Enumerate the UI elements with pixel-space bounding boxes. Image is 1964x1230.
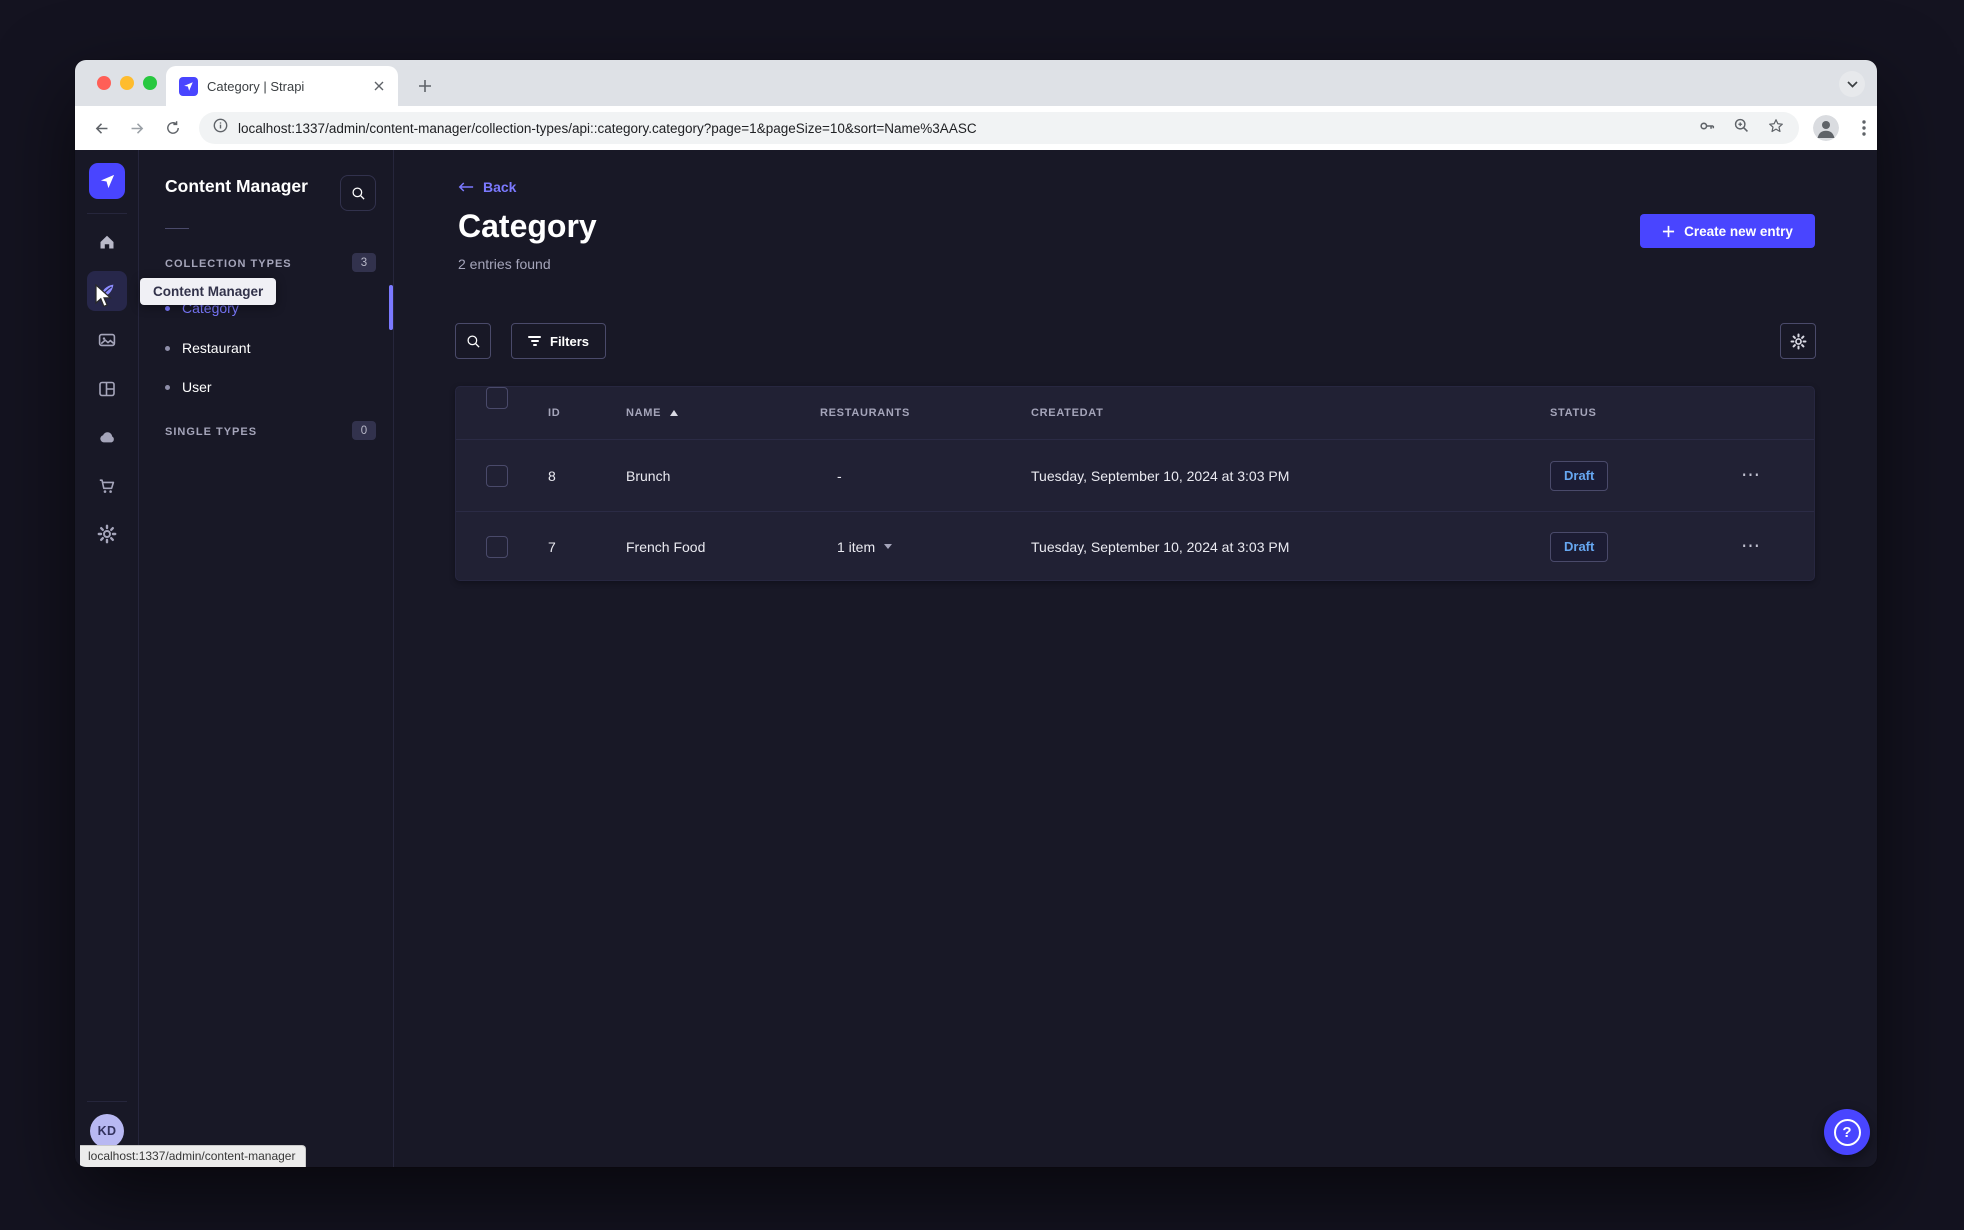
strapi-admin-app: KD Content Manager COLLECTION TYPES 3 Ca… <box>75 150 1877 1167</box>
browser-tabstrip: Category | Strapi <box>75 60 1877 106</box>
rail-divider <box>87 213 127 214</box>
tab-title: Category | Strapi <box>207 78 305 94</box>
sidebar-item-user[interactable]: User <box>165 377 212 397</box>
subnav-title: Content Manager <box>165 176 308 196</box>
question-mark-icon: ? <box>1833 1118 1861 1146</box>
strapi-logo-icon[interactable] <box>89 163 125 199</box>
user-avatar[interactable]: KD <box>90 1114 124 1148</box>
cell-status: Draft <box>1550 512 1609 581</box>
row-actions-button[interactable]: ⋯ <box>1741 512 1761 581</box>
create-new-entry-button[interactable]: Create new entry <box>1640 214 1815 248</box>
header-id[interactable]: ID <box>548 387 560 439</box>
close-tab-icon[interactable] <box>370 77 388 95</box>
entries-table: ID NAME RESTAURANTS CREATEDAT STATUS 8 B… <box>455 386 1815 581</box>
browser-tab-category[interactable]: Category | Strapi <box>166 66 398 106</box>
close-window-button[interactable] <box>97 76 111 90</box>
collection-types-count-badge: 3 <box>352 253 376 272</box>
ellipsis-icon: ⋯ <box>1741 464 1761 486</box>
forward-icon[interactable] <box>123 114 151 142</box>
back-arrow-icon <box>458 182 474 192</box>
table-search-button[interactable] <box>455 323 491 359</box>
row-actions-button[interactable]: ⋯ <box>1741 440 1761 511</box>
single-types-label: SINGLE TYPES <box>165 426 258 438</box>
select-all-checkbox[interactable] <box>486 387 508 409</box>
filters-button[interactable]: Filters <box>511 323 607 359</box>
nav-media-library-icon[interactable] <box>87 320 127 360</box>
nav-settings-gear-icon[interactable] <box>87 514 127 554</box>
header-createdat[interactable]: CREATEDAT <box>1031 387 1104 439</box>
status-badge: Draft <box>1550 460 1609 491</box>
bullet-icon <box>165 305 170 311</box>
new-tab-button[interactable] <box>413 74 437 98</box>
link-status-bar: localhost:1337/admin/content-manager <box>80 1145 307 1167</box>
window-controls <box>75 76 157 90</box>
nav-marketplace-cart-icon[interactable] <box>87 466 127 506</box>
maximize-window-button[interactable] <box>143 76 157 90</box>
row-checkbox[interactable] <box>486 464 508 487</box>
cell-name: Brunch <box>626 467 671 484</box>
password-key-icon[interactable] <box>1698 117 1716 140</box>
browser-toolbar: localhost:1337/admin/content-manager/col… <box>75 106 1877 150</box>
back-link[interactable]: Back <box>458 179 516 195</box>
nav-content-type-builder-icon[interactable] <box>87 369 127 409</box>
subnav-search-button[interactable] <box>340 175 376 211</box>
page-title: Category <box>458 208 597 244</box>
subnav-divider <box>165 228 189 229</box>
cell-status: Draft <box>1550 440 1609 511</box>
caret-down-icon <box>884 544 893 549</box>
rail-divider <box>87 1101 127 1102</box>
header-name[interactable]: NAME <box>626 387 679 439</box>
single-types-count-badge: 0 <box>352 421 376 440</box>
collection-types-label: COLLECTION TYPES <box>165 258 292 270</box>
cell-name: French Food <box>626 538 706 555</box>
cell-id: 8 <box>548 467 556 484</box>
row-checkbox[interactable] <box>486 535 508 558</box>
table-header-row: ID NAME RESTAURANTS CREATEDAT STATUS <box>456 387 1814 439</box>
browser-window: Category | Strapi localhost:1337/admin/c… <box>75 60 1877 1167</box>
mouse-cursor <box>93 283 117 315</box>
cell-createdat: Tuesday, September 10, 2024 at 3:03 PM <box>1031 538 1290 555</box>
bookmark-star-icon[interactable] <box>1767 117 1785 140</box>
filter-icon <box>528 335 541 347</box>
bullet-icon <box>165 345 170 351</box>
header-restaurants[interactable]: RESTAURANTS <box>820 387 910 439</box>
bullet-icon <box>165 384 170 390</box>
table-row[interactable]: 7 French Food 1 item Tuesday, September … <box>456 511 1814 581</box>
header-status[interactable]: STATUS <box>1550 387 1597 439</box>
ellipsis-icon: ⋯ <box>1741 535 1761 557</box>
nav-deploy-cloud-icon[interactable] <box>87 417 127 457</box>
cell-createdat: Tuesday, September 10, 2024 at 3:03 PM <box>1031 467 1290 484</box>
url-bar[interactable]: localhost:1337/admin/content-manager/col… <box>199 112 1799 144</box>
content-manager-tooltip: Content Manager <box>140 278 277 305</box>
plus-icon <box>1663 225 1675 237</box>
zoom-icon[interactable] <box>1733 117 1750 139</box>
table-row[interactable]: 8 Brunch - Tuesday, September 10, 2024 a… <box>456 439 1814 511</box>
nav-home-icon[interactable] <box>87 222 127 262</box>
tab-search-chevron-icon[interactable] <box>1839 71 1865 97</box>
active-item-indicator <box>389 285 393 330</box>
sort-ascending-icon <box>670 410 679 416</box>
restaurants-relation-toggle[interactable]: 1 item <box>837 512 893 581</box>
help-button[interactable]: ? <box>1824 1109 1870 1155</box>
sidebar-item-restaurant[interactable]: Restaurant <box>165 338 250 358</box>
view-settings-gear-button[interactable] <box>1780 323 1816 359</box>
url-text[interactable]: localhost:1337/admin/content-manager/col… <box>238 121 1688 136</box>
minimize-window-button[interactable] <box>120 76 134 90</box>
back-icon[interactable] <box>87 114 115 142</box>
cell-id: 7 <box>548 538 556 555</box>
cell-restaurants: - <box>837 467 842 484</box>
strapi-favicon-icon <box>179 76 198 96</box>
entries-count: 2 entries found <box>458 256 551 272</box>
page-info-icon[interactable] <box>213 118 228 138</box>
status-badge: Draft <box>1550 531 1609 562</box>
browser-profile-avatar[interactable] <box>1813 115 1839 141</box>
reload-icon[interactable] <box>159 114 187 142</box>
browser-menu-icon[interactable] <box>1852 116 1876 140</box>
